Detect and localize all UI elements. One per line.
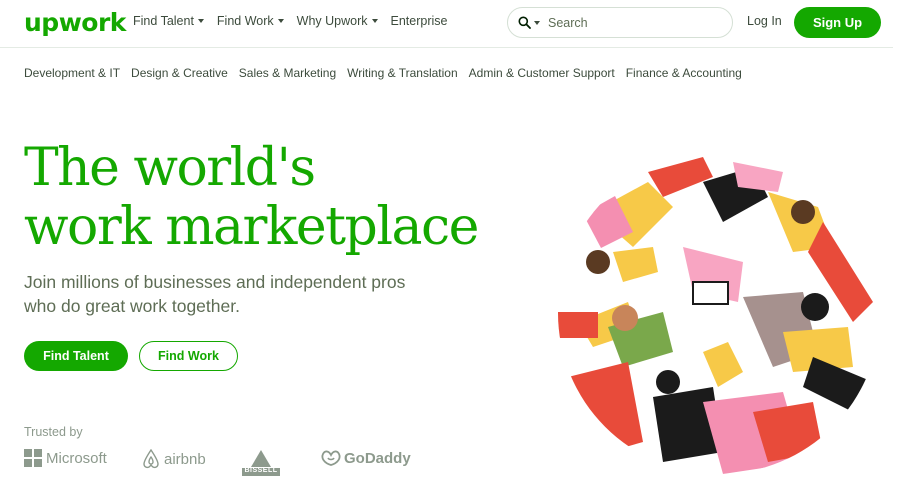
godaddy-logo: GoDaddy <box>320 449 411 467</box>
godaddy-icon <box>321 450 341 466</box>
microsoft-icon <box>24 449 42 467</box>
hero-subtitle: Join millions of businesses and independ… <box>24 270 444 318</box>
login-link[interactable]: Log In <box>747 14 782 28</box>
category-writing-translation[interactable]: Writing & Translation <box>347 66 458 80</box>
nav-why-upwork[interactable]: Why Upwork <box>297 14 378 28</box>
header-divider <box>0 47 893 48</box>
category-design-creative[interactable]: Design & Creative <box>131 66 228 80</box>
search-input[interactable]: Search <box>548 16 588 30</box>
microsoft-wordmark: Microsoft <box>46 449 107 467</box>
hero-title-line-2: work marketplace <box>24 197 479 257</box>
top-header: upwork Find Talent Find Work Why Upwork … <box>0 0 900 46</box>
upwork-logo[interactable]: upwork <box>24 8 126 37</box>
category-admin-support[interactable]: Admin & Customer Support <box>469 66 615 80</box>
nav-enterprise[interactable]: Enterprise <box>391 14 448 28</box>
signup-button[interactable]: Sign Up <box>794 7 881 38</box>
nav-enterprise-label: Enterprise <box>390 14 448 28</box>
airbnb-wordmark: airbnb <box>164 450 206 468</box>
nav-find-talent[interactable]: Find Talent <box>133 14 204 28</box>
hero-title: The world's work marketplace <box>24 138 479 257</box>
search-icon[interactable] <box>518 16 531 29</box>
trusted-by-label: Trusted by <box>24 425 83 439</box>
airbnb-logo: airbnb <box>142 449 206 469</box>
category-development-it[interactable]: Development & IT <box>24 66 120 80</box>
category-nav: Development & IT Design & Creative Sales… <box>24 66 753 80</box>
nav-find-work[interactable]: Find Work <box>217 14 284 28</box>
search-bar[interactable]: Search <box>507 7 733 38</box>
chevron-down-icon <box>277 19 284 23</box>
chevron-down-icon <box>197 19 204 23</box>
microsoft-logo: Microsoft <box>24 449 107 467</box>
main-nav: Find Talent Find Work Why Upwork Enterpr… <box>133 14 460 28</box>
find-talent-button[interactable]: Find Talent <box>24 341 128 371</box>
hero-subtitle-line-2: who do great work together. <box>24 296 240 316</box>
hero-illustration <box>558 152 880 474</box>
hero-subtitle-line-1: Join millions of businesses and independ… <box>24 272 406 292</box>
airbnb-icon <box>143 449 159 469</box>
find-work-button[interactable]: Find Work <box>139 341 238 371</box>
bissell-logo: BISSELL <box>240 449 282 477</box>
category-finance-accounting[interactable]: Finance & Accounting <box>626 66 742 80</box>
search-type-chevron-icon[interactable] <box>534 20 540 25</box>
nav-find-talent-label: Find Talent <box>133 14 194 28</box>
nav-why-upwork-label: Why Upwork <box>296 14 368 28</box>
nav-find-work-label: Find Work <box>216 14 274 28</box>
category-sales-marketing[interactable]: Sales & Marketing <box>239 66 336 80</box>
chevron-down-icon <box>371 19 378 23</box>
godaddy-wordmark: GoDaddy <box>344 449 411 467</box>
hero-title-line-1: The world's <box>24 138 316 198</box>
bissell-wordmark: BISSELL <box>244 467 278 474</box>
